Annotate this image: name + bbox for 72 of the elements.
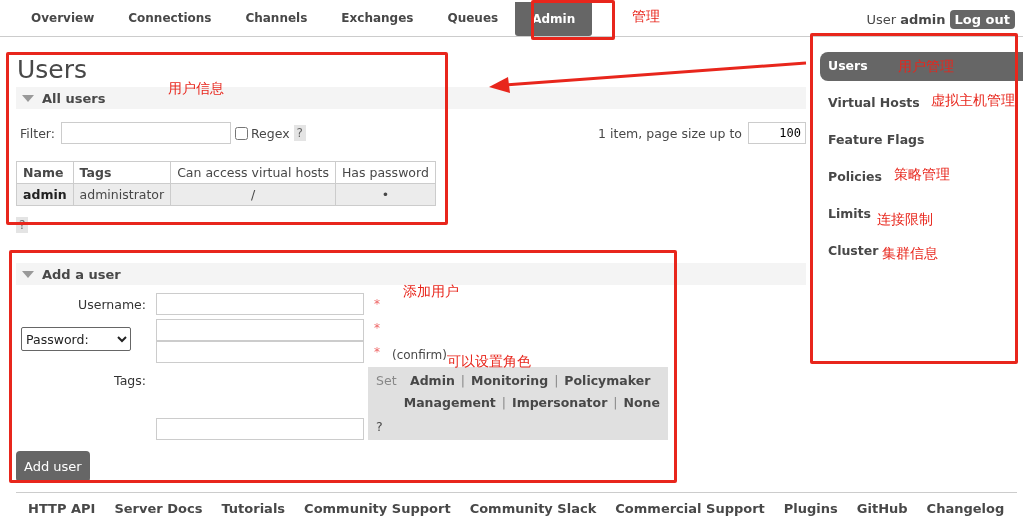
add-user-button[interactable]: Add user [16, 451, 90, 482]
separator: | [460, 373, 466, 388]
nav-tab[interactable]: Exchanges [324, 0, 431, 36]
sidebar-item[interactable]: Feature Flags [820, 126, 927, 155]
annotation-text: 可以设置角色 [447, 353, 531, 371]
footer-link[interactable]: HTTP API [28, 501, 96, 516]
nav-tab[interactable]: Admin [515, 2, 593, 36]
footer-link[interactable]: GitHub [856, 501, 908, 516]
nav-tab[interactable]: Queues [430, 0, 516, 36]
collapse-triangle-icon [22, 270, 34, 278]
tag-link[interactable]: Policymaker [564, 373, 651, 388]
annotation-text: 添加用户 [403, 283, 459, 301]
footer-link[interactable]: Community Support [304, 501, 451, 516]
tag-link[interactable]: Monitoring [471, 373, 549, 388]
tag-link[interactable]: Impersonator [512, 395, 608, 410]
regex-label: Regex [250, 125, 290, 141]
sidebar-item[interactable]: Policies [820, 163, 884, 192]
paging-text: 1 item, page size up to [598, 125, 742, 141]
password-field[interactable] [156, 319, 364, 341]
page-size-field[interactable]: 100 [748, 122, 806, 144]
set-label: Set [376, 373, 398, 388]
regex-checkbox[interactable] [234, 126, 248, 140]
password-dropdown[interactable]: Password: [21, 327, 131, 351]
confirm-note: (confirm) [392, 348, 447, 362]
annotation-text: 策略管理 [894, 166, 950, 184]
filter-field[interactable] [60, 122, 231, 144]
username-field[interactable] [156, 293, 364, 315]
column-header: Can access virtual hosts [170, 161, 336, 184]
annotation-text: 用户管理 [898, 58, 954, 76]
username-label: Username: [78, 296, 146, 312]
footer-link[interactable]: Commercial Support [615, 501, 765, 516]
nav-tab[interactable]: Channels [228, 0, 325, 36]
tags-label: Tags: [114, 373, 146, 388]
separator: | [501, 395, 506, 410]
table-cell: / [170, 183, 336, 206]
footer-link[interactable]: Changelog [926, 501, 1005, 516]
tag-link[interactable]: Management [403, 395, 496, 410]
user-label: User [866, 11, 897, 27]
help-button[interactable]: ? [376, 419, 383, 434]
annotation-text: 管理 [632, 8, 660, 26]
tag-link[interactable]: Admin [410, 373, 455, 388]
confirm-password-field[interactable] [156, 341, 364, 363]
user-name: admin [900, 11, 946, 27]
required-mark: * [374, 345, 380, 359]
annotation-text: 集群信息 [882, 245, 938, 263]
nav-tab[interactable]: Connections [111, 0, 229, 36]
required-mark: * [374, 297, 380, 311]
tags-field[interactable] [156, 418, 364, 440]
tag-link[interactable]: None [623, 395, 660, 410]
page-title: Users [17, 55, 87, 85]
section-header[interactable]: Add a user [16, 263, 806, 285]
footer-link[interactable]: Plugins [783, 501, 838, 516]
help-button[interactable]: ? [293, 125, 306, 141]
footer-link[interactable]: Tutorials [221, 501, 286, 516]
column-header: Name [16, 161, 74, 184]
table-cell[interactable]: admin [16, 183, 74, 206]
separator: | [554, 373, 559, 388]
required-mark: * [374, 321, 380, 335]
column-header: Tags [73, 161, 171, 184]
collapse-triangle-icon [22, 94, 34, 102]
separator: | [613, 395, 618, 410]
footer-link[interactable]: Community Slack [469, 501, 597, 516]
column-header: Has password [335, 161, 436, 184]
sidebar-item[interactable]: Cluster [820, 237, 881, 266]
logout-button[interactable]: Log out [949, 9, 1015, 29]
sidebar-item[interactable]: Limits [820, 200, 873, 229]
sidebar-item[interactable]: Virtual Hosts [820, 89, 922, 118]
annotation-text: 虚拟主机管理 [931, 92, 1015, 110]
footer-link[interactable]: Server Docs [114, 501, 203, 516]
filter-label: Filter: [20, 125, 55, 141]
nav-tab[interactable]: Overview [14, 0, 112, 36]
annotation-text: 连接限制 [877, 211, 933, 229]
